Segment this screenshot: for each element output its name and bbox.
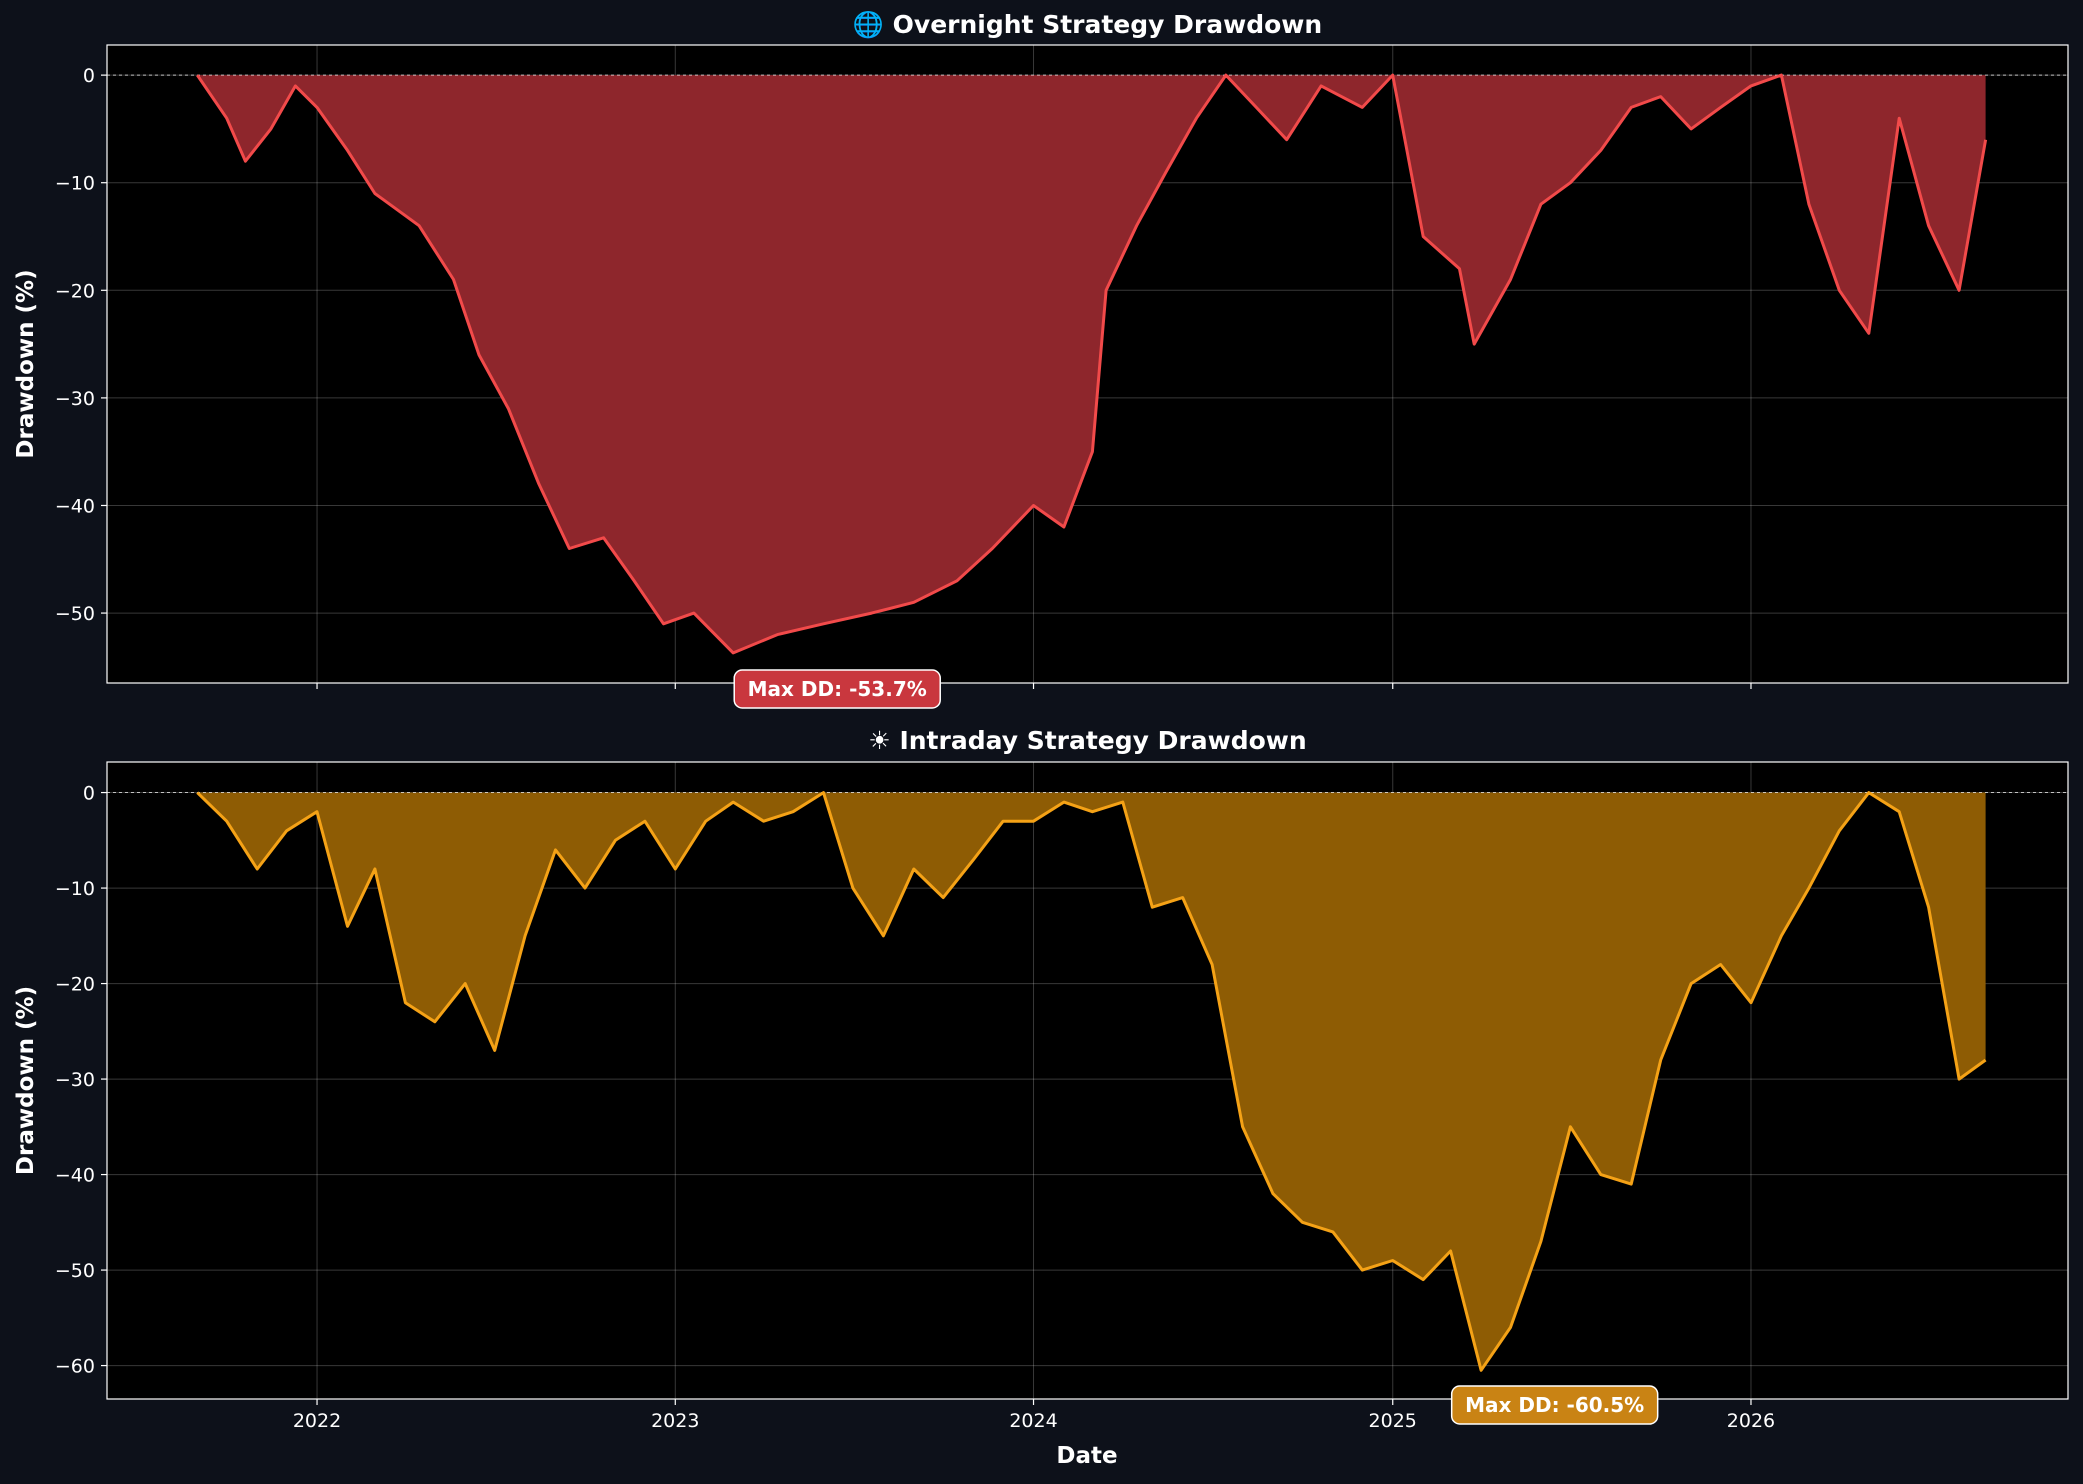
x-tick-label: 2022: [293, 1410, 341, 1432]
y-tick-label: 0: [83, 65, 95, 87]
y-tick-label: −50: [55, 1260, 95, 1282]
intraday-chart-title: ☀ Intraday Strategy Drawdown: [868, 726, 1306, 755]
y-tick-label: −50: [55, 603, 95, 625]
x-tick-label: 2024: [1009, 1410, 1057, 1432]
y-tick-label: −30: [55, 1069, 95, 1091]
y-axis-label: Drawdown (%): [13, 986, 39, 1175]
x-axis-label: Date: [1056, 1443, 1117, 1469]
x-tick-label: 2026: [1727, 1410, 1775, 1432]
overnight-chart-title: 🌐 Overnight Strategy Drawdown: [853, 10, 1322, 39]
overnight-drawdown-panel: 0 −10 −20 −30 −40 −50 🌐 Overnight Strategy Dra…: [13, 10, 2069, 709]
drawdown-figure: 0 −10 −20 −30 −40 −50 🌐 Overnight Strategy Dra…: [0, 0, 2083, 1484]
y-tick-label: 0: [83, 783, 95, 805]
y-axis-label: Drawdown (%): [13, 269, 39, 458]
y-tick-label: −40: [55, 1165, 95, 1187]
x-tick-label: 2023: [651, 1410, 699, 1432]
intraday-max-dd-label: Max DD: -60.5%: [1465, 1393, 1644, 1417]
y-tick-label: −20: [55, 974, 95, 996]
x-tick-label: 2025: [1369, 1410, 1417, 1432]
y-tick-label: −30: [55, 388, 95, 410]
y-tick-label: −10: [55, 173, 95, 195]
y-tick-label: −10: [55, 878, 95, 900]
y-tick-label: −40: [55, 495, 95, 517]
intraday-drawdown-panel: 0 −10 −20 −30 −40 −50 −60 2022 2023 2024 2025 2026 ☀…: [13, 726, 2069, 1432]
y-tick-label: −60: [55, 1356, 95, 1378]
overnight-max-dd-label: Max DD: -53.7%: [748, 677, 927, 701]
y-tick-label: −20: [55, 280, 95, 302]
